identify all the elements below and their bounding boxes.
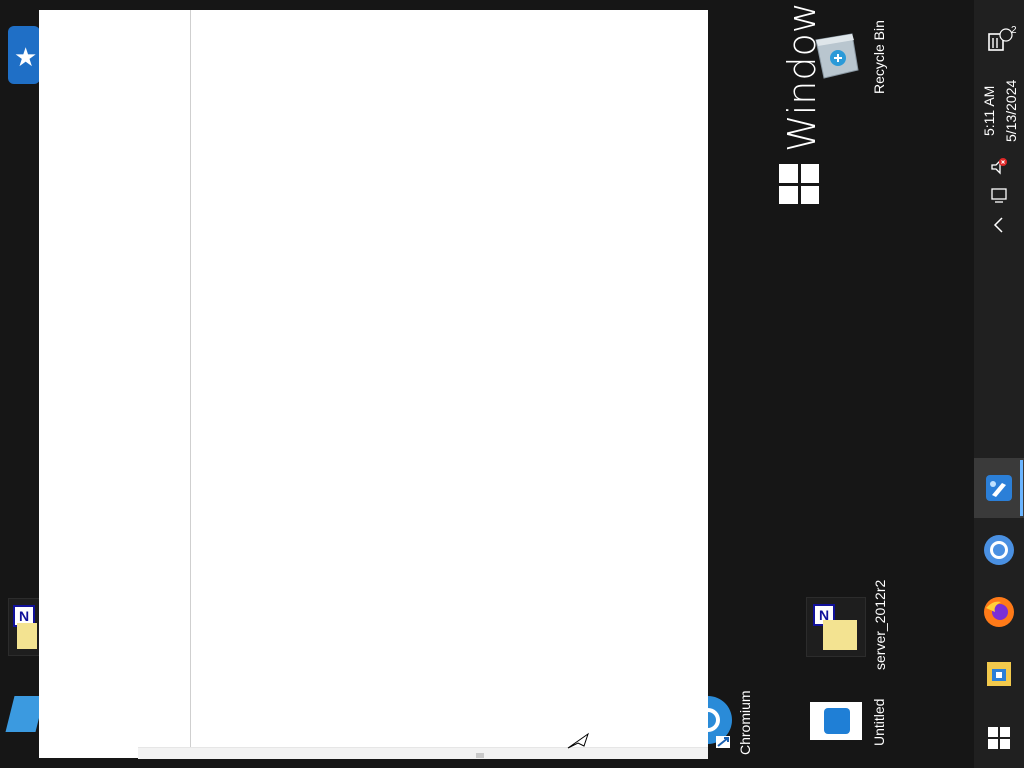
chromium-label: Chromium	[737, 690, 753, 755]
chromium-app-icon[interactable]	[974, 532, 1024, 568]
folder-icon	[17, 623, 37, 649]
windows-logo-icon	[779, 164, 819, 204]
scrollbar-thumb[interactable]	[476, 753, 484, 758]
folder-icon	[823, 620, 857, 650]
firefox-app-icon[interactable]	[974, 594, 1024, 630]
notification-count-badge: 2	[1011, 25, 1017, 36]
server-2012r2-icon[interactable]: N	[806, 597, 866, 657]
document-shortcut-icon[interactable]: N	[8, 598, 42, 656]
horizontal-scrollbar[interactable]	[138, 747, 708, 759]
clock-time[interactable]: 5:11 AM	[981, 86, 997, 136]
star-icon: ★	[14, 42, 38, 72]
untitled-label: Untitled	[871, 698, 887, 746]
mouse-cursor-icon	[567, 732, 589, 749]
server-2012r2-label: server_2012r2	[872, 579, 888, 670]
start-windows-icon[interactable]	[974, 722, 1024, 754]
application-window[interactable]	[39, 10, 708, 758]
clock-date[interactable]: 5/13/2024	[1003, 80, 1019, 142]
volume-muted-icon[interactable]	[974, 156, 1024, 178]
paint-app-icon[interactable]	[974, 470, 1024, 506]
recycle-bin-label: Recycle Bin	[871, 20, 887, 94]
recycle-bin-icon[interactable]	[808, 30, 862, 82]
network-icon[interactable]	[974, 184, 1024, 206]
file-explorer-icon[interactable]	[974, 656, 1024, 692]
chromium-shortcut-icon[interactable]	[708, 692, 734, 748]
pane-divider[interactable]	[190, 10, 191, 748]
app-shortcut-icon[interactable]: ★	[8, 26, 40, 84]
show-hidden-icons-chevron-icon[interactable]	[974, 214, 1024, 236]
image-icon	[824, 708, 850, 734]
untitled-file-icon[interactable]	[810, 702, 862, 740]
